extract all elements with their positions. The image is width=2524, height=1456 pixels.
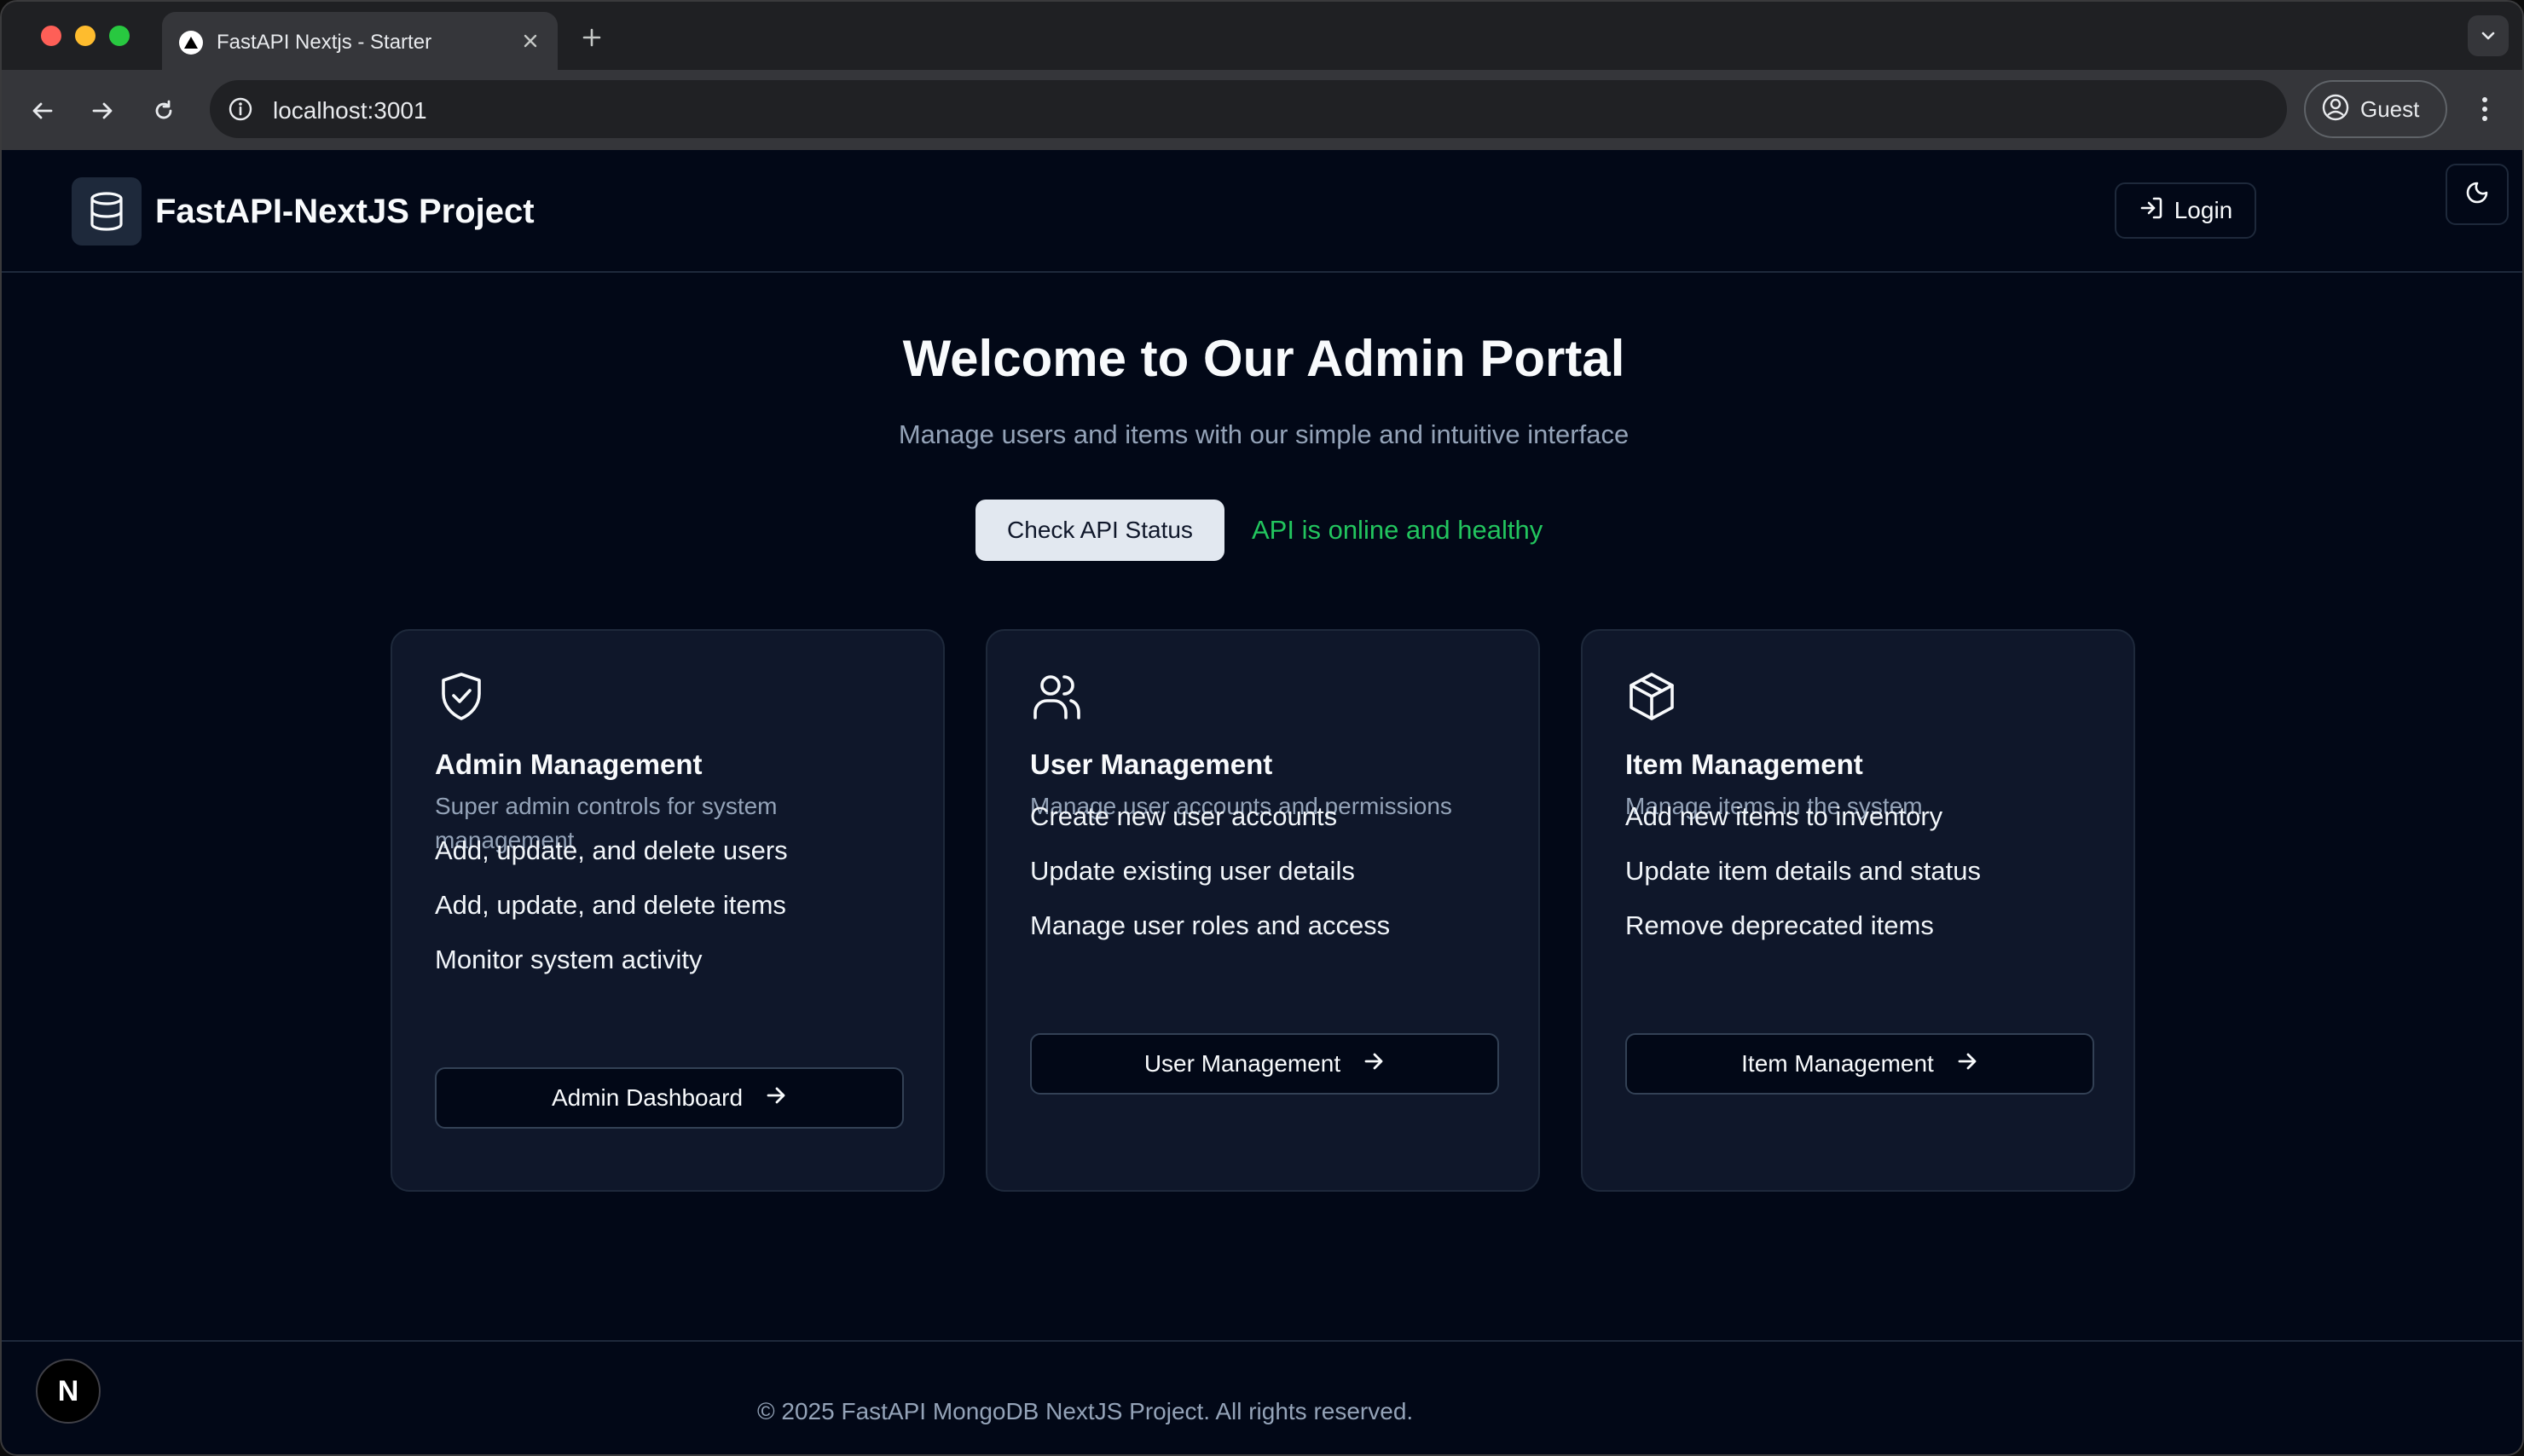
card-title: User Management <box>1030 748 1273 780</box>
back-arrow-icon[interactable] <box>24 92 61 130</box>
admin-dashboard-button[interactable]: Admin Dashboard <box>435 1067 904 1129</box>
vercel-favicon-icon <box>179 31 203 55</box>
close-window-button[interactable] <box>41 26 61 46</box>
tab-title: FastAPI Nextjs - Starter <box>217 31 432 54</box>
arrow-right-icon <box>1956 1050 1978 1078</box>
feature-item: Manage user roles and access <box>1030 910 1391 940</box>
feature-item: Remove deprecated items <box>1625 910 1934 940</box>
card-button-label: Admin Dashboard <box>551 1084 744 1111</box>
browser-window: FastAPI Nextjs - Starter localhost:3001 <box>0 0 2524 1456</box>
card-item-management: Item Management Manage items in the syst… <box>1581 629 2135 1192</box>
login-label: Login <box>2174 197 2233 223</box>
users-icon <box>1030 670 1083 723</box>
maximize-window-button[interactable] <box>109 26 130 46</box>
card-button-label: User Management <box>1143 1050 1341 1077</box>
hero-title: Welcome to Our Admin Portal <box>902 330 1625 387</box>
more-vert-icon[interactable] <box>2466 90 2504 128</box>
package-icon <box>1625 670 1678 723</box>
feature-item: Monitor system activity <box>435 945 703 974</box>
arrow-right-icon <box>765 1084 787 1112</box>
card-title: Item Management <box>1625 748 1863 780</box>
login-button[interactable]: Login <box>2115 182 2256 239</box>
feature-item: Add, update, and delete items <box>435 890 786 920</box>
site-footer: © 2025 FastAPI MongoDB NextJS Project. A… <box>2 1340 2522 1454</box>
page-content: FastAPI-NextJS Project Login Welcome to … <box>2 150 2522 1454</box>
item-management-button[interactable]: Item Management <box>1625 1033 2094 1095</box>
url-text: localhost:3001 <box>273 97 427 124</box>
card-title: Admin Management <box>435 748 703 780</box>
hero-subtitle: Manage users and items with our simple a… <box>898 419 1630 449</box>
account-circle-icon <box>2321 93 2350 126</box>
tab-bar: FastAPI Nextjs - Starter <box>2 2 2522 70</box>
card-button-label: Item Management <box>1741 1050 1934 1077</box>
feature-item: Update existing user details <box>1030 856 1355 886</box>
feature-item: Update item details and status <box>1625 856 1982 886</box>
minimize-window-button[interactable] <box>75 26 96 46</box>
reload-icon[interactable] <box>145 92 182 130</box>
card-admin-management: Admin Management Super admin controls fo… <box>391 629 945 1192</box>
browser-toolbar: localhost:3001 Guest <box>2 70 2522 150</box>
profile-button[interactable]: Guest <box>2304 80 2447 138</box>
card-user-management: User Management Manage user accounts and… <box>986 629 1540 1192</box>
address-bar[interactable]: localhost:3001 <box>210 80 2287 138</box>
shield-check-icon <box>435 670 488 723</box>
profile-label: Guest <box>2360 95 2420 122</box>
user-management-button[interactable]: User Management <box>1030 1033 1499 1095</box>
database-logo-icon[interactable] <box>72 177 142 246</box>
check-api-status-button[interactable]: Check API Status <box>975 500 1224 561</box>
feature-item: Add new items to inventory <box>1625 801 1943 831</box>
forward-arrow-icon[interactable] <box>84 92 121 130</box>
new-tab-plus-icon[interactable] <box>575 20 609 55</box>
site-header: FastAPI-NextJS Project Login <box>2 150 2522 273</box>
site-info-icon[interactable] <box>225 94 256 124</box>
nextjs-dev-tools-button[interactable]: N <box>36 1359 101 1424</box>
api-status-text: API is online and healthy <box>1252 515 1543 545</box>
brand-title[interactable]: FastAPI-NextJS Project <box>155 193 535 231</box>
tab-search-chevron-icon[interactable] <box>2468 15 2509 56</box>
copyright-text: © 2025 FastAPI MongoDB NextJS Project. A… <box>757 1398 1414 1424</box>
log-in-icon <box>2139 195 2164 227</box>
moon-icon <box>2465 181 2489 209</box>
arrow-right-icon <box>1363 1050 1385 1078</box>
tab-active[interactable]: FastAPI Nextjs - Starter <box>162 12 558 70</box>
feature-item: Add, update, and delete users <box>435 835 788 865</box>
tab-close-icon[interactable] <box>517 27 544 55</box>
feature-item: Create new user accounts <box>1030 801 1338 831</box>
theme-toggle-button[interactable] <box>2446 164 2509 225</box>
